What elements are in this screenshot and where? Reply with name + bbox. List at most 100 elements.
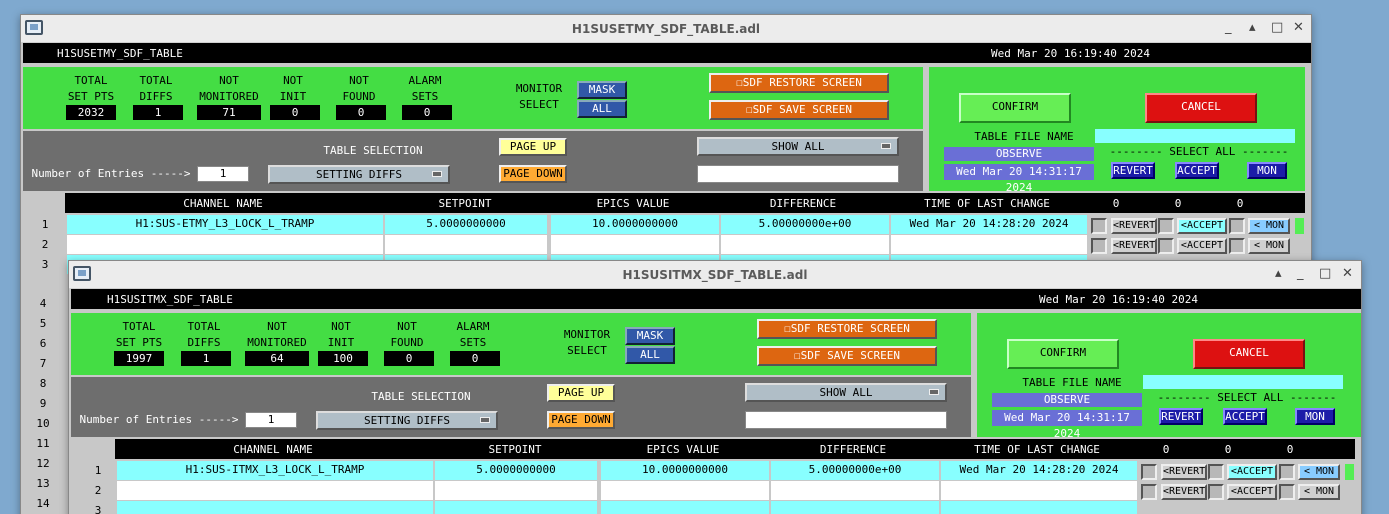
channel-name-cell <box>117 481 433 500</box>
row-revert-button[interactable]: <REVERT <box>1161 464 1207 480</box>
table-file-name-field <box>1143 375 1343 389</box>
shade-icon[interactable]: ▴ <box>1249 20 1256 35</box>
mask-button[interactable]: MASK <box>577 81 627 99</box>
filter-input[interactable] <box>697 165 899 183</box>
row-accept-button[interactable]: <ACCEPT <box>1177 218 1227 234</box>
col-time-last-change: TIME OF LAST CHANGE <box>924 197 1050 210</box>
channel-name-cell <box>67 235 383 254</box>
screen-header-bar: H1SUSETMY_SDF_TABLE Wed Mar 20 16:19:40 … <box>23 43 1311 63</box>
mon-checkbox[interactable] <box>1229 218 1245 234</box>
page-up-button[interactable]: PAGE UP <box>499 138 567 156</box>
revert-checkbox[interactable] <box>1141 464 1157 480</box>
row-mon-button[interactable]: < MON <box>1298 484 1340 500</box>
accept-checkbox[interactable] <box>1208 464 1224 480</box>
col-difference: DIFFERENCE <box>769 197 837 210</box>
page-down-button[interactable]: PAGE DOWN <box>547 411 615 429</box>
window-title: H1SUSITMX_SDF_TABLE.adl <box>622 268 808 282</box>
all-button[interactable]: ALL <box>625 346 675 364</box>
row-revert-button[interactable]: <REVERT <box>1111 238 1157 254</box>
minimize-icon[interactable]: _ <box>1297 266 1304 281</box>
select-all-accept-button[interactable]: ACCEPT <box>1175 162 1219 179</box>
row-number: 1 <box>94 464 102 477</box>
mon-count: 0 <box>1236 197 1244 210</box>
stat-label: NOT INIT <box>279 74 307 103</box>
row-accept-button[interactable]: <ACCEPT <box>1227 484 1277 500</box>
table-selection-label: TABLE SELECTION <box>323 144 423 157</box>
table-select-menu[interactable]: SETTING DIFFS <box>316 411 498 430</box>
menu-arrow-icon <box>480 417 490 423</box>
stats-panel: TOTAL SET PTS 2032 TOTAL DIFFS 1 NOT MON… <box>23 67 923 129</box>
setpoint-cell: 5.0000000000 <box>435 461 597 480</box>
confirm-button[interactable]: CONFIRM <box>1007 339 1119 369</box>
sdf-restore-screen-button[interactable]: ☐SDF RESTORE SCREEN <box>757 319 937 339</box>
select-all-revert-button[interactable]: REVERT <box>1111 162 1155 179</box>
current-datetime: Wed Mar 20 16:19:40 2024 <box>1039 293 1198 306</box>
revert-checkbox[interactable] <box>1141 484 1157 500</box>
revert-checkbox[interactable] <box>1091 218 1107 234</box>
mon-checkbox[interactable] <box>1229 238 1245 254</box>
select-all-revert-button[interactable]: REVERT <box>1159 408 1203 425</box>
close-icon[interactable]: ✕ <box>1293 20 1304 35</box>
maximize-icon[interactable]: □ <box>1271 20 1283 35</box>
stat-total-diffs: 1 <box>181 351 231 366</box>
num-entries-field[interactable]: 1 <box>197 166 249 182</box>
cancel-button[interactable]: CANCEL <box>1145 93 1257 123</box>
num-entries-field[interactable]: 1 <box>245 412 297 428</box>
confirm-button[interactable]: CONFIRM <box>959 93 1071 123</box>
page-up-button[interactable]: PAGE UP <box>547 384 615 402</box>
select-all-accept-button[interactable]: ACCEPT <box>1223 408 1267 425</box>
row-number: 6 <box>39 337 47 350</box>
difference-cell <box>771 501 939 514</box>
row-mon-button[interactable]: < MON <box>1248 238 1290 254</box>
row-mon-button[interactable]: < MON <box>1248 218 1290 234</box>
sdf-save-screen-button[interactable]: ☐SDF SAVE SCREEN <box>757 346 937 366</box>
stat-not-monitored: 71 <box>197 105 261 120</box>
mon-checkbox[interactable] <box>1279 464 1295 480</box>
table-file-name-field <box>1095 129 1295 143</box>
accept-checkbox[interactable] <box>1158 218 1174 234</box>
observe-label: OBSERVE <box>992 393 1142 407</box>
window-title: H1SUSETMY_SDF_TABLE.adl <box>571 22 761 36</box>
show-all-menu[interactable]: SHOW ALL <box>745 383 947 402</box>
title-bar[interactable]: H1SUSETMY_SDF_TABLE.adl _ ▴ □ ✕ <box>21 15 1311 43</box>
difference-cell <box>721 235 889 254</box>
row-revert-button[interactable]: <REVERT <box>1161 484 1207 500</box>
select-all-mon-button[interactable]: MON <box>1247 162 1287 179</box>
accept-count: 0 <box>1174 197 1182 210</box>
shade-icon[interactable]: ▴ <box>1275 266 1282 281</box>
revert-checkbox[interactable] <box>1091 238 1107 254</box>
page-down-button[interactable]: PAGE DOWN <box>499 165 567 183</box>
maximize-icon[interactable]: □ <box>1319 266 1331 281</box>
row-accept-button[interactable]: <ACCEPT <box>1227 464 1277 480</box>
menu-arrow-icon <box>929 389 939 395</box>
row-number: 8 <box>39 377 47 390</box>
sdf-save-screen-button[interactable]: ☐SDF SAVE SCREEN <box>709 100 889 120</box>
accept-checkbox[interactable] <box>1158 238 1174 254</box>
mask-button[interactable]: MASK <box>625 327 675 345</box>
sdf-restore-screen-button[interactable]: ☐SDF RESTORE SCREEN <box>709 73 889 93</box>
row-mon-button[interactable]: < MON <box>1298 464 1340 480</box>
row-number: 14 <box>36 497 50 510</box>
table-selection-panel: TABLE SELECTION Number of Entries ----->… <box>23 131 923 191</box>
minimize-icon[interactable]: _ <box>1225 20 1232 35</box>
show-all-menu[interactable]: SHOW ALL <box>697 137 899 156</box>
cancel-button[interactable]: CANCEL <box>1193 339 1305 369</box>
screen-name: H1SUSITMX_SDF_TABLE <box>107 293 233 306</box>
select-all-label: -------- SELECT ALL ------- <box>1109 145 1289 158</box>
mon-checkbox[interactable] <box>1279 484 1295 500</box>
title-bar[interactable]: H1SUSITMX_SDF_TABLE.adl ▴ _ □ ✕ <box>69 261 1361 289</box>
row-number: 2 <box>94 484 102 497</box>
close-icon[interactable]: ✕ <box>1342 266 1353 281</box>
stat-total-setpoints: 2032 <box>66 105 116 120</box>
accept-checkbox[interactable] <box>1208 484 1224 500</box>
table-select-menu[interactable]: SETTING DIFFS <box>268 165 450 184</box>
filter-input[interactable] <box>745 411 947 429</box>
col-channel-name: CHANNEL NAME <box>233 443 313 456</box>
time-cell <box>891 235 1087 254</box>
row-revert-button[interactable]: <REVERT <box>1111 218 1157 234</box>
all-button[interactable]: ALL <box>577 100 627 118</box>
row-accept-button[interactable]: <ACCEPT <box>1177 238 1227 254</box>
stat-total-diffs: 1 <box>133 105 183 120</box>
time-cell <box>941 501 1137 514</box>
select-all-mon-button[interactable]: MON <box>1295 408 1335 425</box>
